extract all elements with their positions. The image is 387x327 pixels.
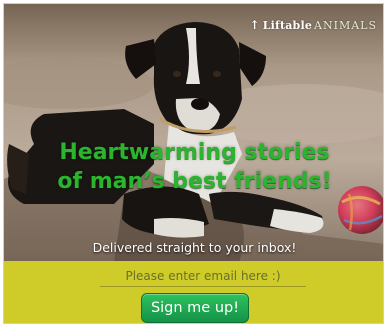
signup-form: Sign me up!	[4, 261, 383, 323]
delivery-tagline: Delivered straight to your inbox!	[92, 240, 297, 255]
liftable-logo-icon: ↑	[249, 18, 260, 32]
hero-photo: ↑ Liftable ANIMALS Heartwarming stories of…	[4, 4, 383, 262]
sign-up-button[interactable]: Sign me up!	[141, 293, 249, 323]
brand-sub: ANIMALS	[314, 19, 377, 32]
brand-logo: ↑ Liftable ANIMALS	[249, 18, 377, 32]
email-signup-ad: ↑ Liftable ANIMALS Heartwarming stories of…	[3, 3, 384, 324]
brand-name: Liftable	[262, 19, 313, 32]
dog-photo	[4, 4, 383, 262]
headline-line-1: Heartwarming stories	[59, 140, 330, 165]
headline: Heartwarming stories of man’s best frien…	[4, 138, 383, 196]
email-input[interactable]	[100, 266, 306, 287]
headline-line-2: of man’s best friends!	[57, 169, 332, 194]
